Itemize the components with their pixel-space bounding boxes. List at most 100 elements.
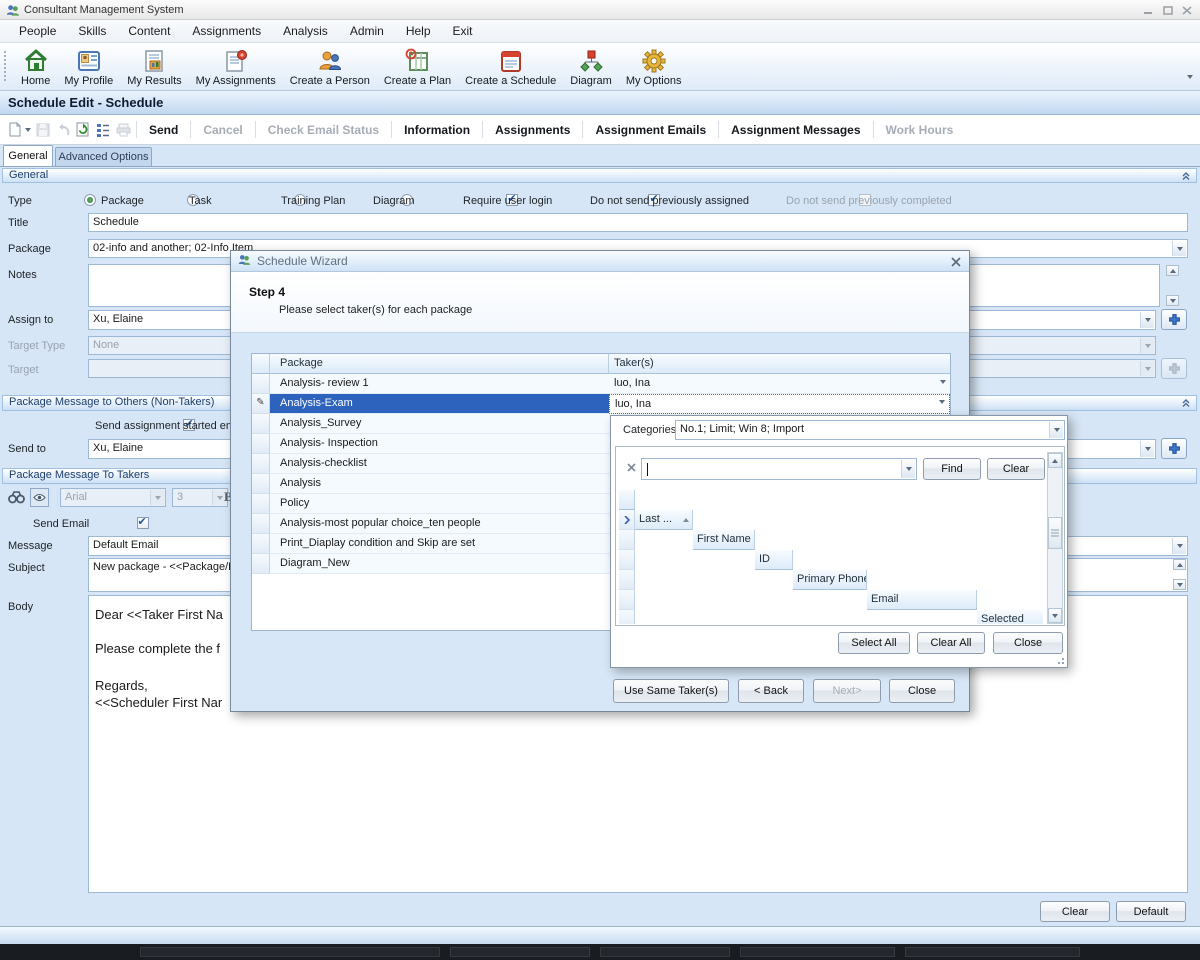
taker-cell[interactable]: luo, Ina bbox=[609, 374, 950, 394]
select-all-button[interactable]: Select All bbox=[838, 632, 910, 654]
row-header[interactable] bbox=[252, 374, 270, 394]
clear-filter-x-icon[interactable] bbox=[627, 463, 636, 475]
collapse-chevron-icon[interactable] bbox=[1181, 398, 1191, 412]
radio-diagram-label[interactable]: Diagram bbox=[373, 195, 415, 207]
row-header[interactable] bbox=[252, 434, 270, 454]
properties-list-button[interactable] bbox=[93, 120, 113, 140]
new-document-button[interactable] bbox=[5, 120, 25, 140]
tab-general[interactable]: General bbox=[3, 145, 53, 167]
notes-scroll-down-icon[interactable] bbox=[1166, 295, 1179, 306]
taskbar-window[interactable] bbox=[140, 947, 440, 957]
toolbar-item-my-assignments[interactable]: My Assignments bbox=[189, 45, 283, 88]
toolbar-item-my-results[interactable]: My Results bbox=[120, 45, 188, 88]
package-cell[interactable]: Analysis-most popular choice_ten people bbox=[270, 514, 609, 534]
subject-scroll-up-icon[interactable] bbox=[1173, 559, 1186, 570]
wizard-close-icon[interactable] bbox=[951, 256, 961, 270]
people-table-scrollbar[interactable] bbox=[1047, 452, 1063, 624]
toolbar-item-create-a-schedule[interactable]: Create a Schedule bbox=[458, 45, 563, 88]
row-header[interactable] bbox=[252, 514, 270, 534]
close-window-button[interactable] bbox=[1179, 5, 1195, 16]
package-cell[interactable]: Analysis- review 1 bbox=[270, 374, 609, 394]
check-email-status-button[interactable]: Check Email Status bbox=[259, 119, 388, 141]
package-cell[interactable]: Policy bbox=[270, 494, 609, 514]
row-header[interactable] bbox=[252, 494, 270, 514]
checkbox-no-previously-assigned-label[interactable]: Do not send previously assigned bbox=[590, 195, 749, 207]
clear-footer-button[interactable]: Clear bbox=[1040, 901, 1110, 922]
toolbar-item-home[interactable]: Home bbox=[14, 45, 57, 88]
taskbar-window[interactable] bbox=[905, 947, 1080, 957]
undo-button[interactable] bbox=[53, 120, 73, 140]
checkbox-send-email-label[interactable]: Send Email bbox=[33, 518, 89, 530]
wizard-col-package[interactable]: Package bbox=[270, 354, 609, 374]
row-header[interactable] bbox=[619, 610, 635, 624]
edit-pencil-icon[interactable]: ✎ bbox=[252, 394, 270, 414]
collapse-chevron-icon[interactable] bbox=[1181, 171, 1191, 185]
row-header[interactable] bbox=[619, 590, 635, 610]
menu-item-people[interactable]: People bbox=[8, 20, 67, 42]
chevron-down-icon[interactable] bbox=[1172, 538, 1186, 554]
work-hours-button[interactable]: Work Hours bbox=[877, 119, 963, 141]
row-header[interactable] bbox=[619, 530, 635, 550]
col-id[interactable]: ID bbox=[755, 550, 793, 570]
assignments-button[interactable]: Assignments bbox=[486, 119, 579, 141]
new-document-dropdown-icon[interactable] bbox=[25, 128, 31, 132]
row-header[interactable] bbox=[252, 414, 270, 434]
toolbar-item-create-a-person[interactable]: Create a Person bbox=[283, 45, 377, 88]
assign-to-add-button[interactable] bbox=[1161, 309, 1187, 330]
information-button[interactable]: Information bbox=[395, 119, 479, 141]
send-to-add-button[interactable] bbox=[1161, 438, 1187, 459]
row-header[interactable] bbox=[252, 554, 270, 574]
scrollbar-thumb[interactable] bbox=[1048, 517, 1062, 549]
col-email[interactable]: Email bbox=[867, 590, 977, 610]
cancel-button[interactable]: Cancel bbox=[194, 119, 251, 141]
taskbar-window[interactable] bbox=[600, 947, 730, 957]
menu-item-analysis[interactable]: Analysis bbox=[272, 20, 339, 42]
tab-advanced-options[interactable]: Advanced Options bbox=[55, 147, 152, 167]
col-last-name[interactable]: Last ... bbox=[635, 510, 693, 530]
checkbox-send-started-email-label[interactable]: Send assignment started email bbox=[95, 420, 246, 432]
menu-item-admin[interactable]: Admin bbox=[339, 20, 395, 42]
package-cell[interactable]: Analysis_Survey bbox=[270, 414, 609, 434]
menu-item-content[interactable]: Content bbox=[117, 20, 181, 42]
find-input[interactable] bbox=[641, 458, 917, 480]
send-button[interactable]: Send bbox=[140, 119, 187, 141]
notes-scroll-up-icon[interactable] bbox=[1166, 265, 1179, 276]
clear-all-button[interactable]: Clear All bbox=[917, 632, 985, 654]
row-header[interactable] bbox=[619, 550, 635, 570]
taker-cell-editor[interactable]: luo, Ina bbox=[609, 394, 950, 414]
row-header[interactable] bbox=[252, 474, 270, 494]
radio-task-label[interactable]: Task bbox=[189, 195, 212, 207]
wizard-titlebar[interactable]: Schedule Wizard bbox=[231, 251, 969, 272]
toolbar-item-diagram[interactable]: Diagram bbox=[563, 45, 619, 88]
checkbox-require-user-login-label[interactable]: Require user login bbox=[463, 195, 552, 207]
menu-item-exit[interactable]: Exit bbox=[442, 20, 484, 42]
scroll-down-icon[interactable] bbox=[1048, 608, 1062, 623]
assignment-messages-button[interactable]: Assignment Messages bbox=[722, 119, 869, 141]
col-selected[interactable]: Selected bbox=[977, 610, 1043, 624]
menu-item-skills[interactable]: Skills bbox=[67, 20, 117, 42]
use-same-takers-button[interactable]: Use Same Taker(s) bbox=[613, 679, 729, 703]
group-header-general[interactable]: General bbox=[2, 168, 1197, 183]
menu-item-help[interactable]: Help bbox=[395, 20, 442, 42]
save-button[interactable] bbox=[33, 120, 53, 140]
toolbar-item-my-options[interactable]: My Options bbox=[619, 45, 689, 88]
row-header[interactable] bbox=[619, 570, 635, 590]
taskbar-window[interactable] bbox=[740, 947, 895, 957]
package-cell[interactable]: Analysis bbox=[270, 474, 609, 494]
package-cell[interactable]: Diagram_New bbox=[270, 554, 609, 574]
toolbar-overflow-button[interactable] bbox=[1183, 49, 1197, 85]
package-cell[interactable]: Analysis- Inspection bbox=[270, 434, 609, 454]
package-cell[interactable]: Analysis-checklist bbox=[270, 454, 609, 474]
resize-grip[interactable] bbox=[1055, 655, 1064, 664]
radio-package-label[interactable]: Package bbox=[101, 195, 144, 207]
refresh-button[interactable] bbox=[73, 120, 93, 140]
chevron-down-icon[interactable] bbox=[1172, 241, 1186, 256]
col-first-name[interactable]: First Name bbox=[693, 530, 755, 550]
toolbar-item-my-profile[interactable]: My Profile bbox=[57, 45, 120, 88]
picker-close-button[interactable]: Close bbox=[993, 632, 1063, 654]
print-button[interactable] bbox=[113, 120, 133, 140]
find-binoculars-icon[interactable] bbox=[8, 490, 25, 507]
chevron-down-icon[interactable] bbox=[1140, 441, 1154, 457]
chevron-down-icon[interactable] bbox=[1049, 422, 1063, 438]
package-cell[interactable]: Analysis-Exam bbox=[270, 394, 609, 414]
